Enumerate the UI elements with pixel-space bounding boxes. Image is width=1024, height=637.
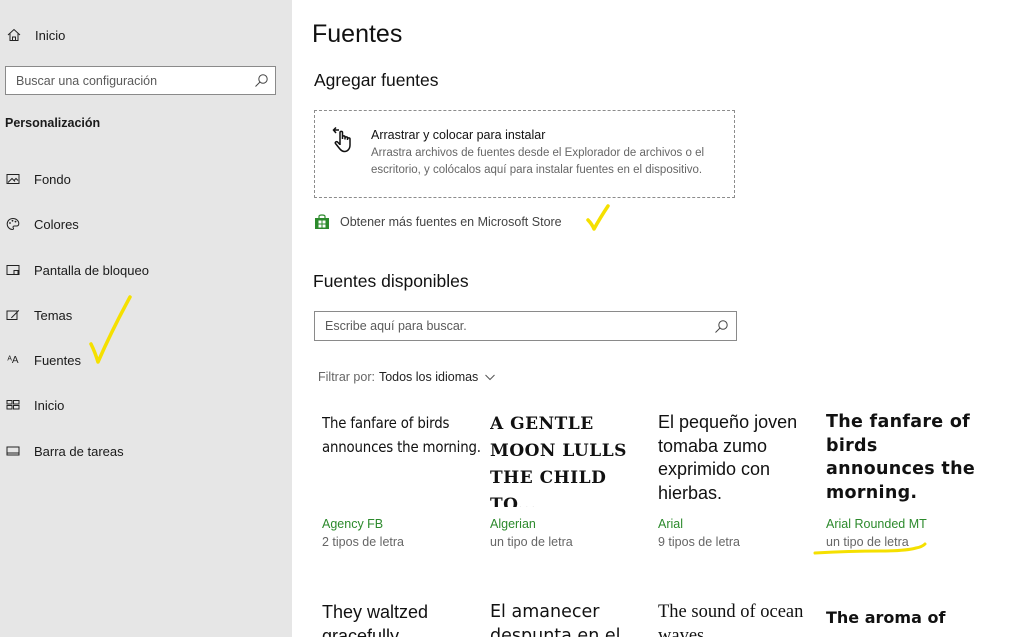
sidebar-item-label: Colores xyxy=(34,216,79,232)
sidebar-item-label: Fondo xyxy=(34,171,71,187)
filter-value: Todos los idiomas xyxy=(378,370,479,384)
microsoft-store-link[interactable]: Obtener más fuentes en Microsoft Store xyxy=(314,214,562,230)
language-filter[interactable]: Filtrar por: Todos los idiomas xyxy=(318,370,496,384)
filter-label: Filtrar por: xyxy=(318,370,375,384)
hand-pointer-icon xyxy=(332,126,351,153)
chevron-down-icon xyxy=(485,374,496,381)
font-card-arial[interactable]: El pequeño joven tomaba zumo exprimido c… xyxy=(658,411,816,551)
sidebar-item-fuentes[interactable]: ᴬA Fuentes xyxy=(5,350,81,370)
font-name: Arial Rounded MT xyxy=(826,517,927,531)
sidebar-item-label: Temas xyxy=(34,307,73,323)
start-icon xyxy=(5,397,21,413)
search-icon xyxy=(255,74,268,87)
font-name: Algerian xyxy=(490,517,536,531)
main-content: Fuentes Agregar fuentes Arrastrar y colo… xyxy=(292,0,1024,637)
sidebar-item-label: Fuentes xyxy=(34,352,81,368)
sidebar-item-inicio[interactable]: Inicio xyxy=(5,395,64,415)
lock-screen-icon xyxy=(5,262,21,278)
font-count: 9 tipos de letra xyxy=(658,535,740,549)
font-preview: The aroma of xyxy=(826,608,946,627)
font-preview: They waltzed gracefully xyxy=(322,602,429,637)
page-title: Fuentes xyxy=(312,20,403,48)
sidebar: Inicio Buscar una configuración Personal… xyxy=(0,0,292,637)
themes-icon xyxy=(5,307,21,323)
font-count: un tipo de letra xyxy=(490,535,573,549)
sidebar-item-colores[interactable]: Colores xyxy=(5,214,79,234)
font-card-row2-2[interactable]: El amanecer despunta en el xyxy=(490,600,648,637)
search-icon xyxy=(715,320,728,333)
font-name: Arial xyxy=(658,517,684,531)
fonts-icon: ᴬA xyxy=(7,354,19,366)
font-count: 2 tipos de letra xyxy=(322,535,404,549)
font-card-row2-3[interactable]: The sound of ocean waves xyxy=(658,600,816,637)
font-preview: El amanecer despunta en el xyxy=(490,602,621,637)
settings-search-placeholder: Buscar una configuración xyxy=(16,73,158,88)
palette-icon xyxy=(5,216,21,232)
add-fonts-heading: Agregar fuentes xyxy=(314,70,439,90)
font-preview: The fanfare of birds announces the morni… xyxy=(826,412,976,503)
available-fonts-heading: Fuentes disponibles xyxy=(313,271,469,291)
drop-zone-title: Arrastrar y colocar para instalar xyxy=(371,128,546,142)
sidebar-item-barra-de-tareas[interactable]: Barra de tareas xyxy=(5,441,124,461)
font-name: Agency FB xyxy=(322,517,384,531)
drop-zone-description: Arrastra archivos de fuentes desde el Ex… xyxy=(371,147,705,176)
font-preview: The fanfare of birds announces the morni… xyxy=(322,414,481,456)
store-link-label: Obtener más fuentes en Microsoft Store xyxy=(340,215,562,229)
font-card-row2-1[interactable]: They waltzed gracefully xyxy=(322,600,480,637)
font-card-agency-fb[interactable]: The fanfare of birds announces the morni… xyxy=(322,411,481,551)
sidebar-item-label: Pantalla de bloqueo xyxy=(34,262,149,278)
font-drop-zone[interactable]: Arrastrar y colocar para instalar Arrast… xyxy=(314,110,735,198)
font-count: un tipo de letra xyxy=(826,535,909,549)
font-card-arial-rounded-mt[interactable]: The fanfare of birds announces the morni… xyxy=(826,411,984,551)
sidebar-item-temas[interactable]: Temas xyxy=(5,305,72,325)
microsoft-store-icon xyxy=(315,214,329,229)
font-preview: El pequeño joven tomaba zumo exprimido c… xyxy=(658,412,798,503)
sidebar-item-fondo[interactable]: Fondo xyxy=(5,169,71,189)
sidebar-item-label: Barra de tareas xyxy=(34,443,124,459)
image-icon xyxy=(5,171,21,187)
home-nav-item[interactable]: Inicio xyxy=(6,27,65,43)
home-icon xyxy=(6,27,22,43)
sidebar-item-pantalla-de-bloqueo[interactable]: Pantalla de bloqueo xyxy=(5,260,149,280)
section-title: Personalización xyxy=(5,116,101,130)
font-preview: A GENTLE MOON LULLS THE CHILD TO... xyxy=(490,414,627,507)
taskbar-icon xyxy=(5,443,21,459)
font-card-algerian[interactable]: A GENTLE MOON LULLS THE CHILD TO... Alge… xyxy=(490,411,648,551)
settings-search-input[interactable]: Buscar una configuración xyxy=(5,66,276,95)
font-card-row2-4[interactable]: The aroma of xyxy=(826,600,984,637)
home-label: Inicio xyxy=(35,27,66,43)
font-search-placeholder: Escribe aquí para buscar. xyxy=(325,319,467,333)
font-preview: The sound of ocean waves xyxy=(658,602,804,637)
font-search-input[interactable]: Escribe aquí para buscar. xyxy=(314,311,737,341)
sidebar-item-label: Inicio xyxy=(34,397,65,413)
